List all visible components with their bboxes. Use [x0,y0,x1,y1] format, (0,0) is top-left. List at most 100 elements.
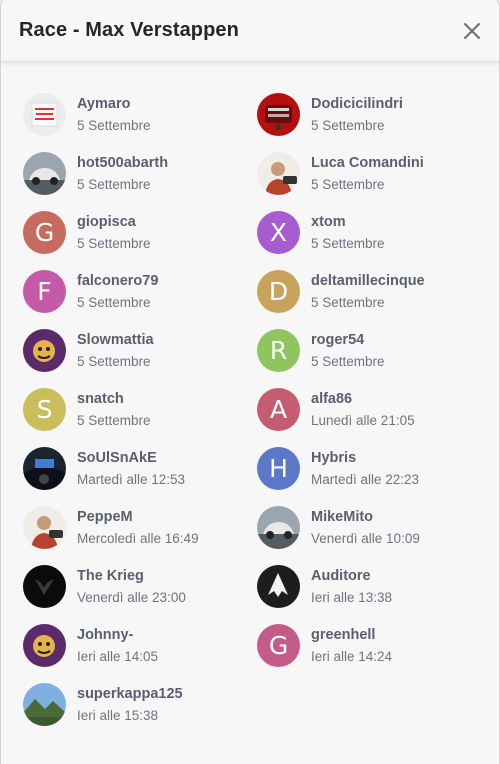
avatar-letter: R [269,336,288,365]
user-list-item[interactable]: Auditore Ieri alle 13:38 [257,565,482,613]
reaction-date: 5 Settembre [77,295,151,310]
user-list-item[interactable]: MikeMito Venerdì alle 10:09 [257,506,482,554]
reaction-date: 5 Settembre [77,118,151,133]
avatar[interactable] [23,329,66,372]
user-list-item[interactable]: SoUlSnAkE Martedì alle 12:53 [23,447,248,495]
avatar[interactable] [257,152,300,195]
reaction-date: Ieri alle 15:38 [77,708,159,723]
reaction-date: Martedì alle 12:53 [77,472,186,487]
user-list-item[interactable]: Luca Comandini 5 Settembre [257,152,482,200]
user-list-item[interactable]: Ggiopisca 5 Settembre [23,211,248,259]
user-name-link[interactable]: xtom [311,214,346,230]
user-name-link[interactable]: alfa86 [311,391,352,407]
cockpit-photo-icon [23,447,66,490]
engine-photo-icon [257,93,300,136]
user-list-item[interactable]: Rroger54 5 Settembre [257,329,482,377]
avatar[interactable]: D [257,270,300,313]
reaction-date: 5 Settembre [77,354,151,369]
avatar-letter: D [268,277,289,306]
assassin-logo-icon [257,565,300,608]
profile-photo-placeholder-icon [23,93,66,136]
user-list-item[interactable]: Ssnatch 5 Settembre [23,388,248,436]
avatar[interactable]: A [257,388,300,431]
cartoon-photo-icon [23,329,66,372]
close-button[interactable] [461,20,483,42]
user-name-link[interactable]: Luca Comandini [311,155,424,171]
avatar[interactable]: G [23,211,66,254]
reaction-date: Venerdì alle 23:00 [77,590,186,605]
person-photo-icon [257,152,300,195]
reaction-date: 5 Settembre [311,177,385,192]
user-list-item[interactable]: Ddeltamillecinque 5 Settembre [257,270,482,318]
avatar[interactable] [23,683,66,726]
avatar-letter: G [268,631,289,660]
user-name-link[interactable]: greenhell [311,627,375,643]
user-list-item[interactable]: hot500abarth 5 Settembre [23,152,248,200]
user-list-item[interactable]: Ffalconero79 5 Settembre [23,270,248,318]
user-list-item[interactable]: Johnny- Ieri alle 14:05 [23,624,248,672]
avatar[interactable] [257,506,300,549]
avatar[interactable] [23,565,66,608]
user-name-link[interactable]: Hybris [311,450,356,466]
avatar[interactable] [23,93,66,136]
user-list-item[interactable]: superkappa125 Ieri alle 15:38 [23,683,248,731]
car-photo-icon [257,506,300,549]
user-name-link[interactable]: roger54 [311,332,364,348]
user-name-link[interactable]: Dodicicilindri [311,96,403,112]
reaction-date: 5 Settembre [77,413,151,428]
car-photo-icon [23,152,66,195]
user-name-link[interactable]: Slowmattia [77,332,154,348]
user-name-link[interactable]: Johnny- [77,627,133,643]
avatar[interactable] [23,447,66,490]
reaction-date: 5 Settembre [311,118,385,133]
avatar[interactable]: X [257,211,300,254]
reaction-date: 5 Settembre [77,177,151,192]
user-name-link[interactable]: falconero79 [77,273,158,289]
reaction-date: Martedì alle 22:23 [311,472,420,487]
user-list-item[interactable]: H Hybris Martedì alle 22:23 [257,447,482,495]
user-name-link[interactable]: snatch [77,391,124,407]
user-list-item[interactable]: Aymaro 5 Settembre [23,93,248,141]
avatar[interactable]: F [23,270,66,313]
avatar-letter: X [269,218,288,247]
avatar[interactable]: G [257,624,300,667]
avatar[interactable] [23,152,66,195]
avatar[interactable]: H [257,447,300,490]
avatar[interactable] [257,93,300,136]
user-name-link[interactable]: superkappa125 [77,686,183,702]
user-list-item[interactable]: Xxtom 5 Settembre [257,211,482,259]
user-list-item[interactable]: Aalfa86 Lunedì alle 21:05 [257,388,482,436]
avatar[interactable]: S [23,388,66,431]
avatar-letter: F [37,277,52,306]
reactions-modal: Race - Max Verstappen Aymaro 5 Settembre D… [0,0,500,764]
user-name-link[interactable]: Auditore [311,568,371,584]
reaction-date: Ieri alle 13:38 [311,590,393,605]
user-name-link[interactable]: The Krieg [77,568,144,584]
user-list-item[interactable]: Ggreenhell Ieri alle 14:24 [257,624,482,672]
user-list-item[interactable]: Dodicicilindri 5 Settembre [257,93,482,141]
user-name-link[interactable]: MikeMito [311,509,373,525]
reaction-date: 5 Settembre [311,295,385,310]
avatar-letter: G [34,218,55,247]
close-icon [464,23,480,39]
user-name-link[interactable]: SoUlSnAkE [77,450,157,466]
user-name-link[interactable]: giopisca [77,214,136,230]
user-name-link[interactable]: PeppeM [77,509,133,525]
avatar[interactable] [257,565,300,608]
user-list-item[interactable]: PeppeM Mercoledì alle 16:49 [23,506,248,554]
user-name-link[interactable]: Aymaro [77,96,130,112]
avatar-letter: S [36,395,53,424]
user-list-item[interactable]: The Krieg Venerdì alle 23:00 [23,565,248,613]
user-name-link[interactable]: hot500abarth [77,155,168,171]
user-name-link[interactable]: deltamillecinque [311,273,425,289]
avatar[interactable] [23,624,66,667]
cartoon-photo-icon [23,624,66,667]
avatar[interactable] [23,506,66,549]
avatar[interactable]: R [257,329,300,372]
reaction-date: Ieri alle 14:05 [77,649,159,664]
reaction-date: Venerdì alle 10:09 [311,531,420,546]
landscape-photo-icon [23,683,66,726]
user-list-item[interactable]: Slowmattia 5 Settembre [23,329,248,377]
reaction-date: 5 Settembre [311,236,385,251]
avatar-letter: A [269,395,288,424]
